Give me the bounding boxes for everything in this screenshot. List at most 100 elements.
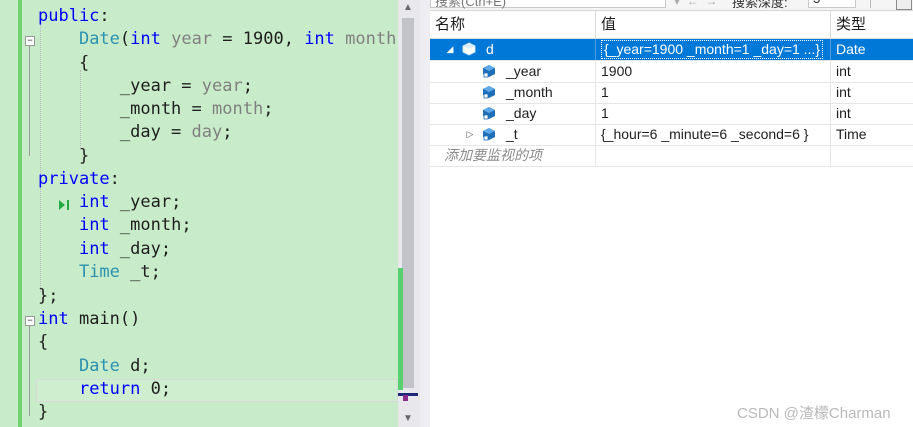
- code-text: return 0;: [38, 378, 171, 401]
- code-token: ;: [242, 76, 253, 96]
- watch-add-item-row[interactable]: 添加要监视的项: [430, 145, 913, 167]
- code-line[interactable]: {: [0, 331, 398, 354]
- field-icon: [483, 128, 495, 141]
- code-line[interactable]: private:: [0, 168, 398, 191]
- code-token: };: [38, 286, 59, 306]
- watch-name-text: _day: [506, 105, 537, 121]
- watch-cell-value[interactable]: {_year=1900 _month=1 _day=1 ...}: [596, 39, 831, 60]
- code-text: _day = day;: [38, 121, 233, 144]
- search-depth-label: 搜索深度:: [732, 0, 788, 10]
- search-depth-input[interactable]: 3: [808, 0, 856, 8]
- watch-cell-value[interactable]: 1: [596, 103, 831, 124]
- code-line[interactable]: int _day;: [0, 238, 398, 261]
- code-token: int: [304, 29, 335, 49]
- add-watch-item-input[interactable]: 添加要监视的项: [430, 145, 596, 166]
- code-token: :: [109, 169, 120, 189]
- watch-cell-name: ◢ d: [430, 39, 596, 60]
- column-header-value[interactable]: 值: [596, 11, 831, 38]
- search-nav-arrows-icon[interactable]: ▾ ← →: [674, 0, 717, 8]
- code-token: _year =: [38, 76, 202, 96]
- code-line[interactable]: int _month;: [0, 214, 398, 237]
- watch-row-month[interactable]: _month 1 int: [430, 82, 913, 104]
- scroll-down-icon[interactable]: ▼: [403, 413, 413, 424]
- watch-cell-type: int: [836, 105, 851, 121]
- code-line[interactable]: {: [0, 52, 398, 75]
- code-token: 0;: [140, 379, 172, 399]
- code-editor[interactable]: − − public: Date(int year = 1900, int mo…: [0, 0, 398, 427]
- watch-window: 搜索(Ctrl+E) ▾ ← → 搜索深度: 3 名称 值 类型 ◢ d {_y…: [430, 0, 913, 427]
- field-icon: [483, 65, 495, 78]
- code-token: public: [38, 6, 100, 26]
- code-line[interactable]: Date d;: [0, 355, 398, 378]
- code-token: Date: [78, 29, 120, 49]
- watch-name-text: d: [486, 41, 494, 57]
- watch-toolbar: 搜索(Ctrl+E) ▾ ← → 搜索深度: 3: [430, 0, 913, 11]
- collapse-arrow-icon[interactable]: ◢: [444, 39, 456, 60]
- code-line[interactable]: public:: [0, 5, 398, 28]
- code-line[interactable]: }: [0, 145, 398, 168]
- editor-scrollbar[interactable]: ▲ ▼: [398, 0, 420, 427]
- watch-cell-type: Date: [836, 41, 866, 57]
- watch-cell-value[interactable]: 1: [596, 82, 831, 103]
- code-token: }: [38, 146, 90, 166]
- code-token: int: [78, 192, 110, 212]
- watch-cell-value[interactable]: {_hour=6 _minute=6 _second=6 }: [596, 124, 831, 145]
- watch-cell-name: _day: [430, 103, 596, 124]
- code-text: }: [38, 401, 48, 424]
- watch-cell-value: [596, 145, 831, 166]
- watch-row-d[interactable]: ◢ d {_year=1900 _month=1 _day=1 ...} Dat…: [430, 39, 913, 61]
- code-text: int _year;: [38, 191, 181, 214]
- code-line[interactable]: };: [0, 285, 398, 308]
- watch-row-t[interactable]: ▷ _t {_hour=6 _minute=6 _second=6 } Time: [430, 124, 913, 146]
- code-token: _month;: [109, 215, 192, 235]
- watch-cell-value[interactable]: 1900: [596, 61, 831, 82]
- scroll-breakpoint-marker: [403, 395, 408, 401]
- code-line[interactable]: Time _t;: [0, 261, 398, 284]
- code-token: month: [334, 29, 397, 49]
- scroll-up-icon[interactable]: ▲: [403, 2, 413, 13]
- column-header-name[interactable]: 名称: [430, 11, 596, 38]
- column-header-type[interactable]: 类型: [831, 11, 913, 38]
- code-line[interactable]: _year = year;: [0, 75, 398, 98]
- code-text: Date(int year = 1900, int month: [38, 28, 396, 51]
- code-token: main(): [68, 309, 141, 329]
- watch-name-text: _month: [506, 84, 553, 100]
- expand-arrow-icon[interactable]: ▷: [464, 124, 476, 145]
- code-text: Date d;: [38, 355, 151, 378]
- code-line[interactable]: Date(int year = 1900, int month: [0, 28, 398, 51]
- watch-name-text: _year: [506, 63, 542, 79]
- scrollbar-thumb[interactable]: [402, 18, 414, 388]
- code-token: year: [201, 76, 243, 96]
- watch-cell-type: [831, 145, 913, 166]
- panel-splitter[interactable]: [420, 0, 430, 427]
- code-token: _day;: [109, 239, 172, 259]
- code-token: private: [38, 169, 110, 189]
- code-token: = 1900,: [212, 29, 305, 49]
- code-token: _day =: [38, 122, 192, 142]
- code-token: ;: [222, 122, 233, 142]
- watch-cell-name: ▷ _t: [430, 124, 596, 145]
- code-line[interactable]: _month = month;: [0, 98, 398, 121]
- code-token: int: [78, 239, 110, 259]
- code-token: day: [191, 122, 223, 142]
- code-text: int _day;: [38, 238, 171, 261]
- watch-cell-type: Time: [836, 126, 867, 142]
- watch-search-input[interactable]: 搜索(Ctrl+E): [430, 0, 666, 9]
- code-token: int: [130, 29, 161, 49]
- toolbar-button-icon[interactable]: [896, 0, 912, 10]
- code-line[interactable]: int _year;: [0, 191, 398, 214]
- code-line[interactable]: _day = day;: [0, 121, 398, 144]
- code-token: Time: [78, 262, 120, 282]
- code-text: _year = year;: [38, 75, 253, 98]
- code-line[interactable]: int main(): [0, 308, 398, 331]
- code-text: Time _t;: [38, 261, 161, 284]
- code-text: int main(): [38, 308, 140, 331]
- watch-row-year[interactable]: _year 1900 int: [430, 61, 913, 83]
- watch-row-day[interactable]: _day 1 int: [430, 103, 913, 125]
- code-line[interactable]: return 0;: [0, 378, 398, 401]
- code-line[interactable]: }: [0, 401, 398, 424]
